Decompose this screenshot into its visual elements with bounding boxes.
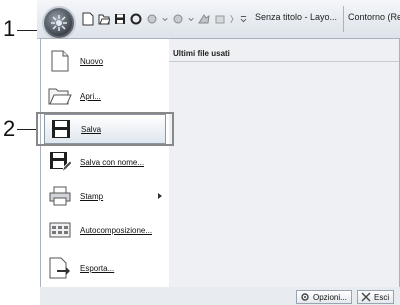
secondary-title: Contorno (Re: [348, 12, 400, 22]
menu-item-autolayout[interactable]: Autocomposizione...: [44, 215, 166, 245]
title-separator: [343, 6, 344, 32]
menu-item-open[interactable]: Apri...: [44, 81, 166, 111]
application-menu: Nuovo Apri... Salva Salva con nome... St: [40, 38, 400, 288]
toolbar-end-icon: [230, 15, 234, 23]
menu-footer: Opzioni... Esci: [40, 287, 400, 305]
exit-label: Esci: [374, 292, 390, 302]
application-menu-button[interactable]: [44, 8, 74, 38]
menu-item-new[interactable]: Nuovo: [44, 46, 166, 76]
open-icon[interactable]: [98, 12, 110, 26]
application-logo-icon: [51, 15, 67, 31]
printer-icon: [48, 184, 72, 208]
options-button[interactable]: Opzioni...: [296, 290, 352, 304]
callout-1: 1: [3, 16, 16, 41]
callout-highlight-box: [36, 112, 174, 146]
menu-item-save-as[interactable]: Salva con nome...: [44, 147, 166, 177]
menu-item-export[interactable]: Esporta...: [44, 253, 166, 283]
menu-item-label: Apri...: [80, 91, 101, 101]
gear-icon: [301, 293, 309, 301]
record-icon[interactable]: [130, 12, 142, 26]
callout-2-line: [17, 129, 37, 130]
open-folder-icon: [48, 84, 72, 108]
customize-toolbar-icon[interactable]: [240, 12, 247, 26]
recent-files-divider: [169, 61, 399, 62]
undo-icon[interactable]: [146, 12, 158, 26]
callout-2: 2: [3, 116, 16, 141]
menu-commands-column: Nuovo Apri... Salva Salva con nome... St: [41, 39, 170, 287]
new-document-icon: [48, 49, 72, 73]
chevron-down-icon[interactable]: [162, 12, 168, 26]
save-as-icon: [48, 150, 72, 174]
save-icon[interactable]: [114, 12, 126, 26]
menu-item-label: Salva con nome...: [80, 157, 145, 167]
document-title: Senza titolo - Layo...: [255, 12, 338, 22]
export-icon: [48, 256, 72, 280]
machine-icon[interactable]: [214, 12, 226, 26]
submenu-arrow-icon: [158, 193, 162, 199]
options-label: Opzioni...: [313, 292, 347, 302]
exit-button[interactable]: Esci: [357, 290, 395, 304]
transfer-icon[interactable]: [198, 12, 210, 26]
menu-item-label: Stamp: [80, 191, 104, 201]
chevron-down-icon[interactable]: [188, 12, 194, 26]
recent-files-header: Ultimi file usati: [173, 49, 230, 58]
redo-icon[interactable]: [172, 12, 184, 26]
close-icon: [361, 292, 371, 302]
new-icon[interactable]: [82, 12, 94, 26]
menu-item-print[interactable]: Stamp: [44, 181, 166, 211]
recent-files-panel: Ultimi file usati: [169, 39, 399, 287]
auto-layout-icon: [48, 218, 72, 242]
quick-access-icons: [82, 11, 247, 27]
menu-item-label: Nuovo: [80, 56, 104, 66]
menu-item-label: Autocomposizione...: [80, 225, 153, 235]
menu-item-label: Esporta...: [80, 263, 115, 273]
